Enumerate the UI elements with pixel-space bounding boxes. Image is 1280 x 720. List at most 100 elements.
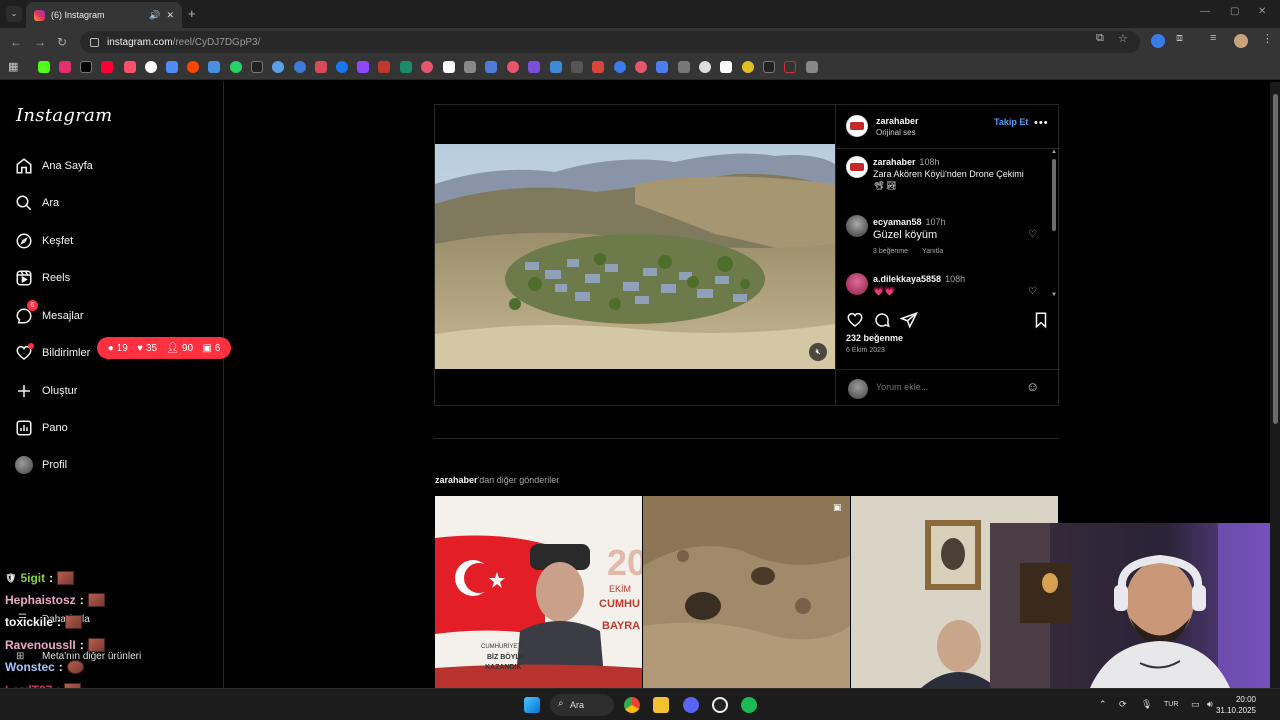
- bookmark-icon[interactable]: [208, 61, 220, 73]
- mute-button[interactable]: 🔇︎: [809, 343, 827, 361]
- bookmark-icon[interactable]: [251, 61, 263, 73]
- bookmark-icon[interactable]: [763, 61, 775, 73]
- reddit-bookmark-icon[interactable]: [187, 61, 199, 73]
- author-avatar[interactable]: [846, 115, 868, 137]
- save-bookmark-icon[interactable]: [1032, 311, 1050, 329]
- reply-button[interactable]: Yanıtla: [922, 248, 943, 255]
- bookmark-icon[interactable]: [272, 61, 284, 73]
- discord-taskbar-icon[interactable]: [683, 697, 699, 713]
- taskbar-search[interactable]: ⌕ Ara: [550, 694, 614, 716]
- network-icon[interactable]: ▭: [1191, 699, 1200, 710]
- instagram-logo[interactable]: Instagram: [16, 105, 113, 126]
- bookmark-icon[interactable]: [635, 61, 647, 73]
- bookmark-icon[interactable]: [571, 61, 583, 73]
- bookmark-icon[interactable]: [592, 61, 604, 73]
- address-bar[interactable]: instagram.com/reel/CyDJ7DGpP3/: [80, 31, 1140, 53]
- facebook-bookmark-icon[interactable]: [336, 61, 348, 73]
- scroll-up-arrow[interactable]: ▲: [1051, 149, 1057, 155]
- sidebar-item-search[interactable]: Ara: [14, 190, 214, 216]
- whatsapp-bookmark-icon[interactable]: [230, 61, 242, 73]
- sidebar-item-home[interactable]: Ana Sayfa: [14, 153, 214, 179]
- more-options-button[interactable]: •••: [1034, 117, 1049, 129]
- site-info-icon[interactable]: [90, 37, 99, 47]
- bookmark-icon[interactable]: [507, 61, 519, 73]
- apps-grid-icon[interactable]: ▦: [8, 61, 20, 73]
- reload-button[interactable]: ↻: [57, 35, 67, 49]
- browser-menu-icon[interactable]: ⋮: [1262, 32, 1273, 45]
- audio-label[interactable]: Orijinal ses: [876, 128, 916, 137]
- bookmark-icon[interactable]: [485, 61, 497, 73]
- reel-video[interactable]: 🔇︎: [435, 144, 835, 369]
- profile-avatar-icon[interactable]: [1234, 34, 1248, 48]
- extensions-puzzle-icon[interactable]: ⧈: [1176, 32, 1183, 45]
- page-scrollbar-thumb[interactable]: [1273, 94, 1278, 424]
- language-indicator[interactable]: TUR: [1164, 701, 1178, 708]
- spotify-taskbar-icon[interactable]: [741, 697, 757, 713]
- kick-bookmark-icon[interactable]: [38, 61, 50, 73]
- bookmark-icon[interactable]: [315, 61, 327, 73]
- forward-button[interactable]: →: [34, 35, 46, 49]
- bookmark-star-icon[interactable]: ☆: [1118, 32, 1128, 45]
- twitch-bookmark-icon[interactable]: [357, 61, 369, 73]
- comment-input[interactable]: [876, 382, 1016, 392]
- bookmark-icon[interactable]: [742, 61, 754, 73]
- follow-button[interactable]: Takip Et: [994, 117, 1028, 127]
- new-tab-button[interactable]: +: [188, 6, 196, 21]
- bookmark-icon[interactable]: [656, 61, 668, 73]
- chrome-taskbar-icon[interactable]: [624, 697, 640, 713]
- bookmark-icon[interactable]: [678, 61, 690, 73]
- reading-list-icon[interactable]: ≡: [1210, 32, 1216, 44]
- share-paper-plane-icon[interactable]: [900, 311, 918, 329]
- sidebar-item-reels[interactable]: Reels: [14, 265, 214, 291]
- bookmark-icon[interactable]: [421, 61, 433, 73]
- windows-start-icon[interactable]: [524, 697, 540, 713]
- bookmark-icon[interactable]: [720, 61, 732, 73]
- emoji-icon[interactable]: ☺: [1026, 379, 1039, 394]
- install-app-icon[interactable]: ⧉: [1096, 32, 1104, 45]
- close-window-button[interactable]: ✕: [1258, 6, 1266, 17]
- bookmark-icon[interactable]: [699, 61, 711, 73]
- x-bookmark-icon[interactable]: [80, 61, 92, 73]
- commenter-avatar[interactable]: [846, 215, 868, 237]
- extension-icon[interactable]: [1151, 34, 1165, 48]
- browser-tab[interactable]: (6) Instagram 🔊 ✕: [26, 2, 182, 28]
- sidebar-item-create[interactable]: Oluştur: [14, 378, 214, 404]
- scroll-down-arrow[interactable]: ▼: [1051, 292, 1057, 298]
- tab-close-button[interactable]: ✕: [166, 10, 174, 21]
- commenter-avatar[interactable]: [846, 273, 868, 295]
- comment-bubble-icon[interactable]: [873, 311, 891, 329]
- caption-avatar[interactable]: [846, 156, 868, 178]
- file-explorer-icon[interactable]: [653, 697, 669, 713]
- bookmark-icon[interactable]: [166, 61, 178, 73]
- tab-audio-icon[interactable]: 🔊: [149, 10, 160, 21]
- bookmark-icon[interactable]: [784, 61, 796, 73]
- bookmark-icon[interactable]: [124, 61, 136, 73]
- page-scrollbar[interactable]: [1270, 82, 1280, 688]
- bookmark-icon[interactable]: [400, 61, 412, 73]
- like-comment-heart-icon[interactable]: ♡: [1028, 286, 1037, 297]
- minimize-button[interactable]: —: [1200, 6, 1210, 17]
- tray-sync-icon[interactable]: ⟳: [1119, 699, 1127, 710]
- bookmark-icon[interactable]: [378, 61, 390, 73]
- like-comment-heart-icon[interactable]: ♡: [1028, 229, 1037, 240]
- google-bookmark-icon[interactable]: [145, 61, 157, 73]
- youtube-bookmark-icon[interactable]: [101, 61, 113, 73]
- microphone-icon[interactable]: 🎙︎: [1141, 699, 1152, 710]
- notifications-summary-pill[interactable]: ● 19 ♥ 35 👤︎ 90 ▣ 6: [97, 337, 231, 359]
- instagram-bookmark-icon[interactable]: [59, 61, 71, 73]
- obs-taskbar-icon[interactable]: [712, 697, 728, 713]
- sidebar-item-dashboard[interactable]: Pano: [14, 415, 214, 441]
- bookmark-icon[interactable]: [806, 61, 818, 73]
- sidebar-item-messages[interactable]: 6 Mesajlar: [14, 300, 214, 329]
- maximize-button[interactable]: ▢: [1230, 6, 1239, 17]
- more-posts-user[interactable]: zarahaber: [435, 475, 478, 485]
- sidebar-item-profile[interactable]: Profil: [14, 452, 214, 478]
- tray-overflow-icon[interactable]: ⌃: [1099, 699, 1107, 710]
- comments-scrollbar[interactable]: [1052, 159, 1056, 231]
- author-username[interactable]: zarahaber: [876, 116, 919, 126]
- taskbar-clock[interactable]: 20:00 31.10.2025: [1216, 694, 1256, 716]
- bookmark-icon[interactable]: [528, 61, 540, 73]
- bookmark-icon[interactable]: [464, 61, 476, 73]
- comment-likes[interactable]: 3 beğenme: [873, 248, 908, 255]
- grid-post-2[interactable]: ▣: [643, 496, 850, 688]
